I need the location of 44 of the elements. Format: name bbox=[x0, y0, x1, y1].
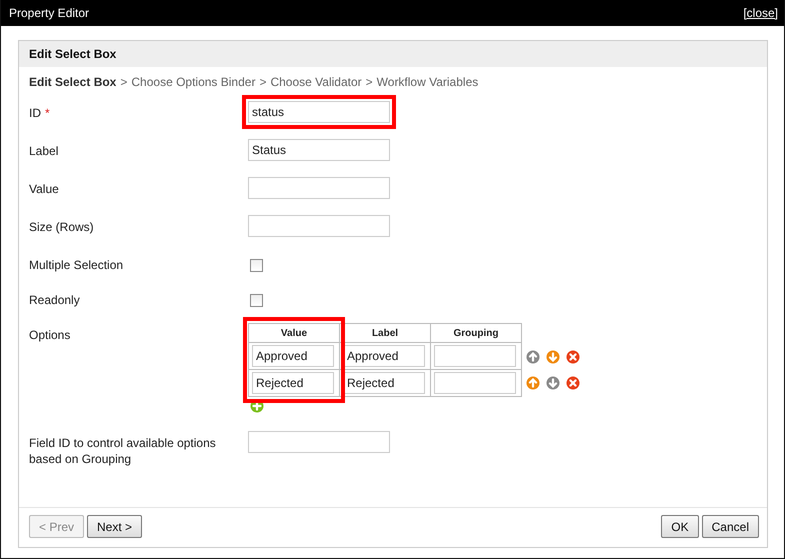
text-field[interactable]: Status bbox=[248, 139, 390, 161]
text-field[interactable] bbox=[248, 177, 390, 199]
breadcrumb-separator: > bbox=[120, 75, 128, 89]
field-label: Size (Rows) bbox=[29, 219, 94, 235]
option-field[interactable]: Rejected bbox=[343, 372, 425, 394]
breadcrumb-step[interactable]: Choose Validator bbox=[270, 75, 362, 89]
move-up-icon[interactable] bbox=[526, 376, 540, 390]
breadcrumb-separator: > bbox=[259, 75, 266, 89]
column-header: Value bbox=[248, 324, 340, 342]
close-link[interactable]: [close] bbox=[743, 6, 778, 20]
column-header: Grouping bbox=[430, 324, 522, 342]
field-label: Value bbox=[29, 181, 59, 197]
breadcrumb-step[interactable]: Edit Select Box bbox=[29, 75, 116, 89]
window-title: Property Editor bbox=[9, 6, 90, 20]
checkbox[interactable] bbox=[250, 294, 263, 307]
move-down-icon[interactable] bbox=[546, 350, 560, 364]
required-mark: * bbox=[45, 106, 50, 120]
option-field[interactable]: Rejected bbox=[252, 372, 334, 394]
delete-icon[interactable] bbox=[566, 376, 580, 390]
text-field[interactable] bbox=[248, 431, 390, 453]
breadcrumb-step[interactable]: Choose Options Binder bbox=[131, 75, 256, 89]
panel-title: Edit Select Box bbox=[19, 41, 767, 67]
option-field[interactable] bbox=[434, 372, 516, 394]
breadcrumb-step[interactable]: Workflow Variables bbox=[376, 75, 478, 89]
field-label: Field ID to control available options based on Grouping bbox=[29, 435, 217, 467]
field-label: Readonly bbox=[29, 292, 80, 308]
breadcrumb-separator: > bbox=[366, 75, 373, 89]
text-field[interactable] bbox=[248, 215, 390, 237]
field-label: ID bbox=[29, 105, 41, 121]
checkbox[interactable] bbox=[250, 259, 263, 272]
dialog-button[interactable]: OK bbox=[661, 515, 699, 538]
nav-button[interactable]: Next > bbox=[87, 515, 142, 538]
dialog-button[interactable]: Cancel bbox=[702, 515, 759, 538]
move-up-icon[interactable] bbox=[526, 350, 540, 364]
move-down-icon[interactable] bbox=[546, 376, 560, 390]
column-header: Label bbox=[340, 324, 430, 342]
text-field[interactable]: status bbox=[248, 101, 390, 123]
delete-icon[interactable] bbox=[566, 350, 580, 364]
field-label: Options bbox=[29, 327, 70, 343]
field-label: Label bbox=[29, 143, 58, 159]
option-field[interactable]: Approved bbox=[343, 345, 425, 367]
option-field[interactable] bbox=[434, 345, 516, 367]
field-label: Multiple Selection bbox=[29, 257, 124, 273]
option-field[interactable]: Approved bbox=[252, 345, 334, 367]
